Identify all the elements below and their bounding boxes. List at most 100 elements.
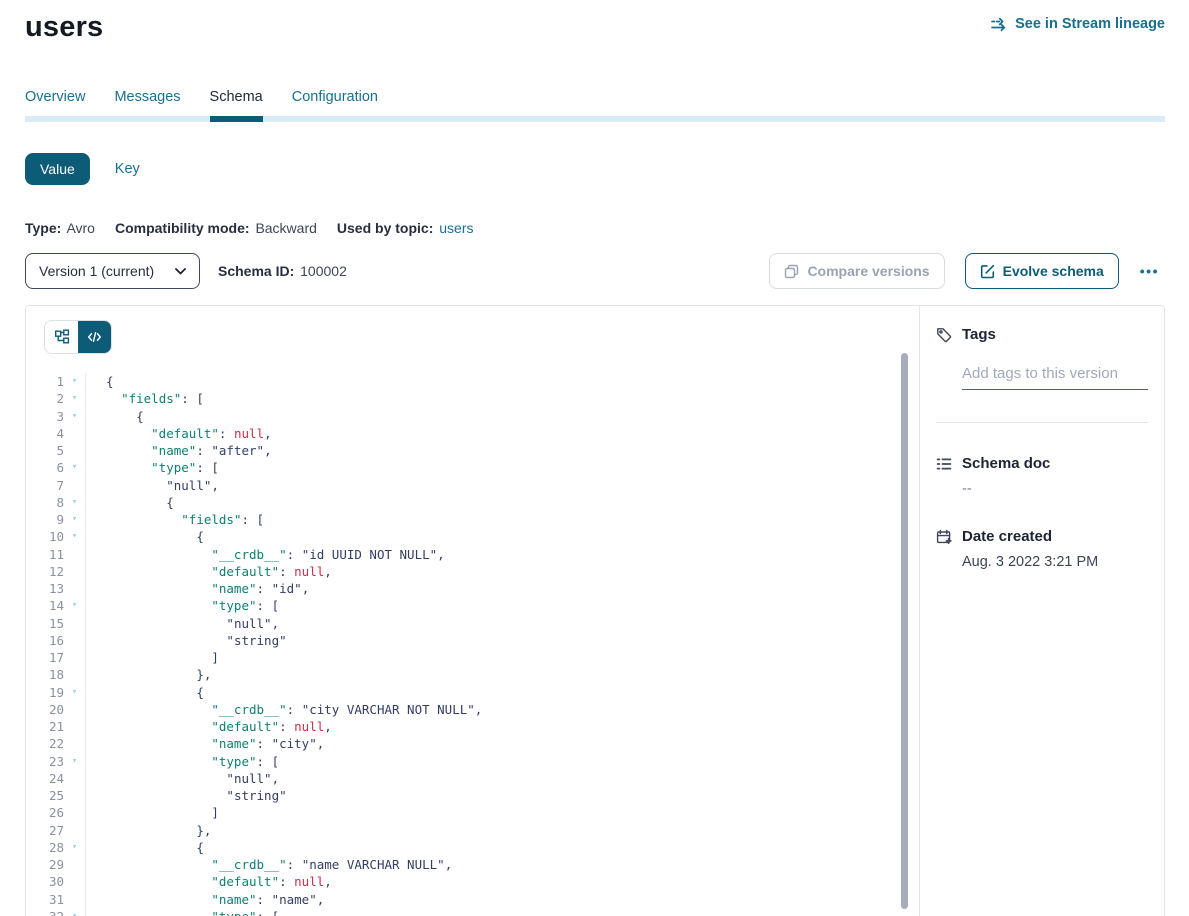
- topic-link[interactable]: users: [439, 220, 473, 236]
- fold-toggle-icon[interactable]: ▾: [64, 597, 85, 614]
- fold-toggle-icon[interactable]: ▾: [64, 839, 85, 856]
- fold-toggle-icon[interactable]: ▾: [64, 408, 85, 425]
- version-select-value: Version 1 (current): [39, 263, 154, 279]
- date-created-header: Date created: [936, 528, 1148, 545]
- fold-spacer: [64, 873, 85, 890]
- code-text: "string": [85, 787, 919, 804]
- code-text: "default": null,: [85, 563, 919, 580]
- line-number: 3: [26, 408, 64, 425]
- code-text: "fields": [: [85, 390, 919, 407]
- line-number: 11: [26, 546, 64, 563]
- line-number: 1: [26, 373, 64, 390]
- fold-spacer: [64, 477, 85, 494]
- code-line: 25 "string": [26, 787, 919, 804]
- lineage-link-label: See in Stream lineage: [1015, 16, 1165, 32]
- tree-view-icon: [54, 329, 70, 345]
- code-line: 8▾ {: [26, 494, 919, 511]
- fold-spacer: [64, 735, 85, 752]
- code-editor-lines: 1▾{2▾ "fields": [3▾ {4 "default": null,5…: [26, 373, 919, 916]
- schema-doc-section: Schema doc --: [936, 455, 1148, 497]
- tab-schema[interactable]: Schema: [210, 89, 263, 116]
- schema-doc-title: Schema doc: [962, 455, 1050, 472]
- code-line: 24 "null",: [26, 770, 919, 787]
- line-number: 7: [26, 477, 64, 494]
- line-number: 9: [26, 511, 64, 528]
- code-text: "default": null,: [85, 873, 919, 890]
- see-in-stream-lineage-link[interactable]: See in Stream lineage: [991, 16, 1165, 32]
- code-line: 3▾ {: [26, 408, 919, 425]
- fold-spacer: [64, 822, 85, 839]
- code-text: "type": [: [85, 908, 919, 916]
- code-text: "null",: [85, 615, 919, 632]
- fold-spacer: [64, 580, 85, 597]
- type-label: Type:: [25, 220, 61, 236]
- line-number: 14: [26, 597, 64, 614]
- code-line: 12 "default": null,: [26, 563, 919, 580]
- value-toggle-button[interactable]: Value: [25, 153, 90, 185]
- tab-configuration[interactable]: Configuration: [292, 89, 378, 116]
- fold-spacer: [64, 649, 85, 666]
- fold-toggle-icon[interactable]: ▾: [64, 528, 85, 545]
- schema-id-value: 100002: [300, 263, 347, 279]
- code-line: 18 },: [26, 666, 919, 683]
- code-line: 28▾ {: [26, 839, 919, 856]
- code-scrollbar-thumb[interactable]: [901, 353, 908, 909]
- schema-sidebar: Tags Schema doc: [919, 306, 1164, 916]
- code-text: "fields": [: [85, 511, 919, 528]
- version-select[interactable]: Version 1 (current): [25, 253, 200, 289]
- code-text: "__crdb__": "id UUID NOT NULL",: [85, 546, 919, 563]
- compat-value: Backward: [255, 220, 316, 236]
- line-number: 8: [26, 494, 64, 511]
- code-line: 7 "null",: [26, 477, 919, 494]
- line-number: 28: [26, 839, 64, 856]
- code-line: 23▾ "type": [: [26, 753, 919, 770]
- code-text: {: [85, 408, 919, 425]
- code-view-button[interactable]: [78, 321, 111, 353]
- tree-view-button[interactable]: [45, 321, 78, 353]
- tab-overview[interactable]: Overview: [25, 89, 85, 116]
- schema-doc-header: Schema doc: [936, 455, 1148, 472]
- line-number: 15: [26, 615, 64, 632]
- schema-doc-value: --: [962, 481, 1148, 497]
- line-number: 2: [26, 390, 64, 407]
- topic-label: Used by topic:: [337, 220, 433, 236]
- more-actions-button[interactable]: •••: [1134, 262, 1165, 280]
- code-text: "default": null,: [85, 425, 919, 442]
- fold-toggle-icon[interactable]: ▾: [64, 373, 85, 390]
- code-line: 15 "null",: [26, 615, 919, 632]
- code-line: 17 ]: [26, 649, 919, 666]
- fold-toggle-icon[interactable]: ▾: [64, 684, 85, 701]
- line-number: 30: [26, 873, 64, 890]
- schema-panel: 1▾{2▾ "fields": [3▾ {4 "default": null,5…: [25, 305, 1165, 916]
- line-number: 21: [26, 718, 64, 735]
- edit-icon: [980, 264, 995, 279]
- tab-messages[interactable]: Messages: [114, 89, 180, 116]
- code-text: "type": [: [85, 753, 919, 770]
- version-actions: Compare versions Evolve schema •••: [769, 253, 1165, 289]
- fold-spacer: [64, 701, 85, 718]
- evolve-schema-button[interactable]: Evolve schema: [965, 253, 1119, 289]
- code-line: 1▾{: [26, 373, 919, 390]
- fold-toggle-icon[interactable]: ▾: [64, 753, 85, 770]
- date-created-value: Aug. 3 2022 3:21 PM: [962, 554, 1148, 570]
- fold-toggle-icon[interactable]: ▾: [64, 459, 85, 476]
- fold-spacer: [64, 804, 85, 821]
- line-number: 5: [26, 442, 64, 459]
- code-text: "null",: [85, 477, 919, 494]
- add-tags-input[interactable]: [962, 365, 1148, 390]
- code-line: 26 ]: [26, 804, 919, 821]
- fold-toggle-icon[interactable]: ▾: [64, 511, 85, 528]
- code-line: 5 "name": "after",: [26, 442, 919, 459]
- fold-toggle-icon[interactable]: ▾: [64, 908, 85, 916]
- schema-meta: Type: Avro Compatibility mode: Backward …: [25, 220, 1165, 236]
- fold-toggle-icon[interactable]: ▾: [64, 390, 85, 407]
- compare-versions-button[interactable]: Compare versions: [769, 253, 944, 289]
- code-text: "name": "city",: [85, 735, 919, 752]
- fold-toggle-icon[interactable]: ▾: [64, 494, 85, 511]
- compat-label: Compatibility mode:: [115, 220, 250, 236]
- fold-spacer: [64, 666, 85, 683]
- fold-spacer: [64, 442, 85, 459]
- line-number: 13: [26, 580, 64, 597]
- key-toggle-link[interactable]: Key: [115, 161, 140, 177]
- fold-spacer: [64, 891, 85, 908]
